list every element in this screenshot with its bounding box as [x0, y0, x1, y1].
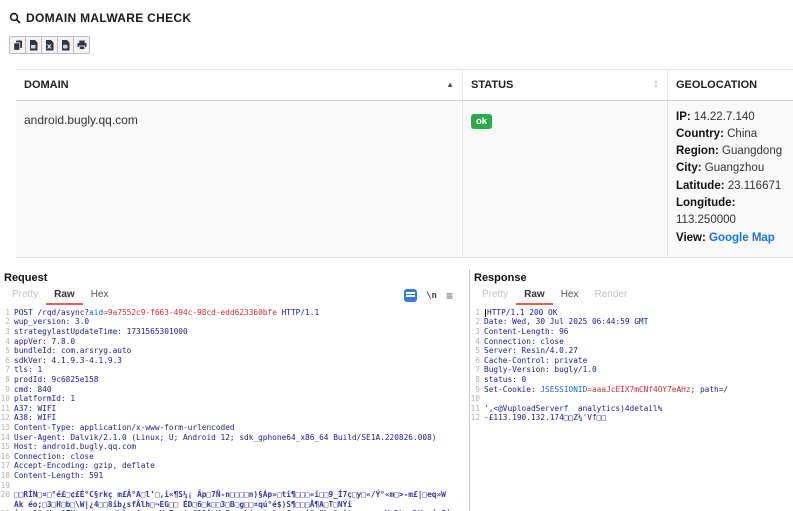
copy-icon [13, 40, 23, 51]
column-header-geolocation: GEOLOCATION [668, 70, 793, 100]
search-icon [9, 12, 21, 24]
response-panel-title: Response [470, 269, 793, 286]
editor-line: 9Set-Cookie: JSESSIONID=aaaJcEIX7mCNf4OY… [470, 385, 793, 395]
column-header-domain[interactable]: DOMAIN ▲ [16, 70, 463, 100]
file-excel-icon [45, 40, 54, 51]
geolocation-field: IP: 14.22.7.140 [676, 109, 785, 126]
editor-line: 2Date: Wed, 30 Jul 2025 06:44:59 GMT [470, 317, 793, 327]
geolocation-cell: IP: 14.22.7.140Country: ChinaRegion: Gua… [668, 101, 793, 257]
editor-line: 9cmd: 840 [0, 385, 469, 395]
response-tab-pretty[interactable]: Pretty [474, 287, 516, 305]
request-tab-pretty[interactable]: Pretty [4, 287, 46, 305]
response-tabbar: PrettyRawHexRender [470, 286, 793, 305]
editor-line: 12-£113.190.132.174□□Z¼'Vf□□ [470, 413, 793, 423]
response-tab-raw[interactable]: Raw [516, 287, 553, 305]
sort-asc-icon: ▲ [446, 80, 454, 89]
response-editor[interactable]: 1HTTP/1.1 200 OK2Date: Wed, 30 Jul 2025 … [470, 305, 793, 511]
editor-line: 3strategylastUpdateTime: 1731565301000 [0, 327, 469, 337]
editor-line: 5Server: Resin/4.0.27 [470, 346, 793, 356]
editor-line: 7tls: 1 [0, 365, 469, 375]
response-tab-hex[interactable]: Hex [553, 287, 587, 305]
editor-line: 13Content-Type: application/x-www-form-u… [0, 423, 469, 433]
export-pdf-button[interactable] [57, 36, 74, 54]
export-print-button[interactable] [73, 36, 90, 54]
editor-line: 8prodId: 9c6825e158 [0, 375, 469, 385]
newline-toggle-icon[interactable]: \n [426, 291, 437, 301]
request-tabbar: PrettyRawHex \n ≡ [0, 286, 469, 305]
editor-line: 20□□RÍN□¤□°é£□¢£É°C§rkç m£Â°A□l'□,i«¶S¼¡… [0, 490, 469, 500]
response-tab-render[interactable]: Render [586, 287, 635, 305]
editor-line: 4Connection: close [470, 337, 793, 347]
google-map-link[interactable]: Google Map [709, 232, 775, 244]
editor-line: 3Content-Length: 96 [470, 327, 793, 337]
editor-line: 15Host: android.bugly.qq.com [0, 442, 469, 452]
print-icon [77, 40, 87, 50]
editor-line: 10platformId: 1 [0, 394, 469, 404]
editor-line: 6sdkVer: 4.1.9.3-4.1.9.3 [0, 356, 469, 366]
request-tab-hex[interactable]: Hex [83, 287, 117, 305]
request-tab-icons: \n ≡ [404, 289, 463, 302]
sort-both-icon: ▲▼ [653, 80, 659, 90]
page-title: DOMAIN MALWARE CHECK [26, 11, 191, 25]
editor-line: 1HTTP/1.1 200 OK [470, 308, 793, 318]
geolocation-view-line: View: Google Map [676, 230, 785, 247]
export-excel-button[interactable] [41, 36, 58, 54]
editor-line: 19 [0, 481, 469, 491]
status-badge: ok [471, 114, 492, 129]
editor-line: 1POST /rqd/async?aid=9a7552c9-f663-494c-… [0, 308, 469, 318]
editor-line: 17Accept-Encoding: gzip, deflate [0, 461, 469, 471]
response-panel: Response PrettyRawHexRender 1HTTP/1.1 20… [469, 269, 793, 511]
word-wrap-icon[interactable] [404, 289, 417, 302]
request-tab-raw[interactable]: Raw [46, 287, 83, 305]
status-cell: ok [463, 101, 668, 257]
export-csv-button[interactable] [25, 36, 42, 54]
request-panel: Request PrettyRawHex \n ≡ 1POST /rqd/asy… [0, 269, 469, 511]
domain-cell: android.bugly.qq.com [16, 101, 463, 257]
file-pdf-icon [61, 40, 70, 51]
request-editor[interactable]: 1POST /rqd/async?aid=9a7552c9-f663-494c-… [0, 305, 469, 511]
editor-line: 5bundleId: com.arsryg.auto [0, 346, 469, 356]
editor-line: 14User-Agent: Dalvik/2.1.0 (Linux; U; An… [0, 433, 469, 443]
editor-menu-icon[interactable]: ≡ [446, 291, 453, 301]
http-panels: Request PrettyRawHex \n ≡ 1POST /rqd/asy… [0, 269, 793, 511]
editor-line: 18Content-Length: 591 [0, 471, 469, 481]
table-row: android.bugly.qq.com ok IP: 14.22.7.140C… [16, 101, 793, 258]
export-copy-button[interactable] [9, 36, 26, 54]
editor-line: 11',<@VuploadServerf analytics)4detail% [470, 404, 793, 414]
table-header-row: DOMAIN ▲ STATUS ▲▼ GEOLOCATION [16, 70, 793, 101]
column-header-status[interactable]: STATUS ▲▼ [463, 70, 668, 100]
request-tabs: PrettyRawHex [4, 287, 116, 305]
export-toolbar [9, 36, 90, 54]
geolocation-fields: IP: 14.22.7.140Country: ChinaRegion: Gua… [676, 109, 785, 230]
request-panel-title: Request [0, 269, 469, 286]
malware-check-table: DOMAIN ▲ STATUS ▲▼ GEOLOCATION android.b… [16, 69, 793, 258]
domain-value: android.bugly.qq.com [24, 113, 138, 127]
geolocation-field: City: Guangzhou [676, 160, 785, 177]
page-header: DOMAIN MALWARE CHECK [0, 0, 793, 25]
editor-line: 4appVer: 7.8.0 [0, 337, 469, 347]
editor-line: 6Cache-Control: private [470, 356, 793, 366]
editor-line: 12A38: WIFI [0, 413, 469, 423]
geolocation-field: Latitude: 23.116671 [676, 178, 785, 195]
editor-line: 16Connection: close [0, 452, 469, 462]
geolocation-field: Longitude: 113.250000 [676, 195, 785, 230]
editor-line: 2wup_version: 3.0 [0, 317, 469, 327]
file-csv-icon [29, 40, 38, 51]
editor-line: 10 [470, 394, 793, 404]
editor-line: 8status: 0 [470, 375, 793, 385]
editor-line: Ak éo;□3□H□b□\W|¿4□□8ib¿sfÂlh□¬EG□□ ÉD□6… [0, 500, 469, 510]
editor-line: 11A37: WIFI [0, 404, 469, 414]
editor-line: 7Bugly-Version: bugly/1.0 [470, 365, 793, 375]
response-tabs: PrettyRawHexRender [474, 287, 635, 305]
geolocation-field: Region: Guangdong [676, 143, 785, 160]
geolocation-field: Country: China [676, 126, 785, 143]
